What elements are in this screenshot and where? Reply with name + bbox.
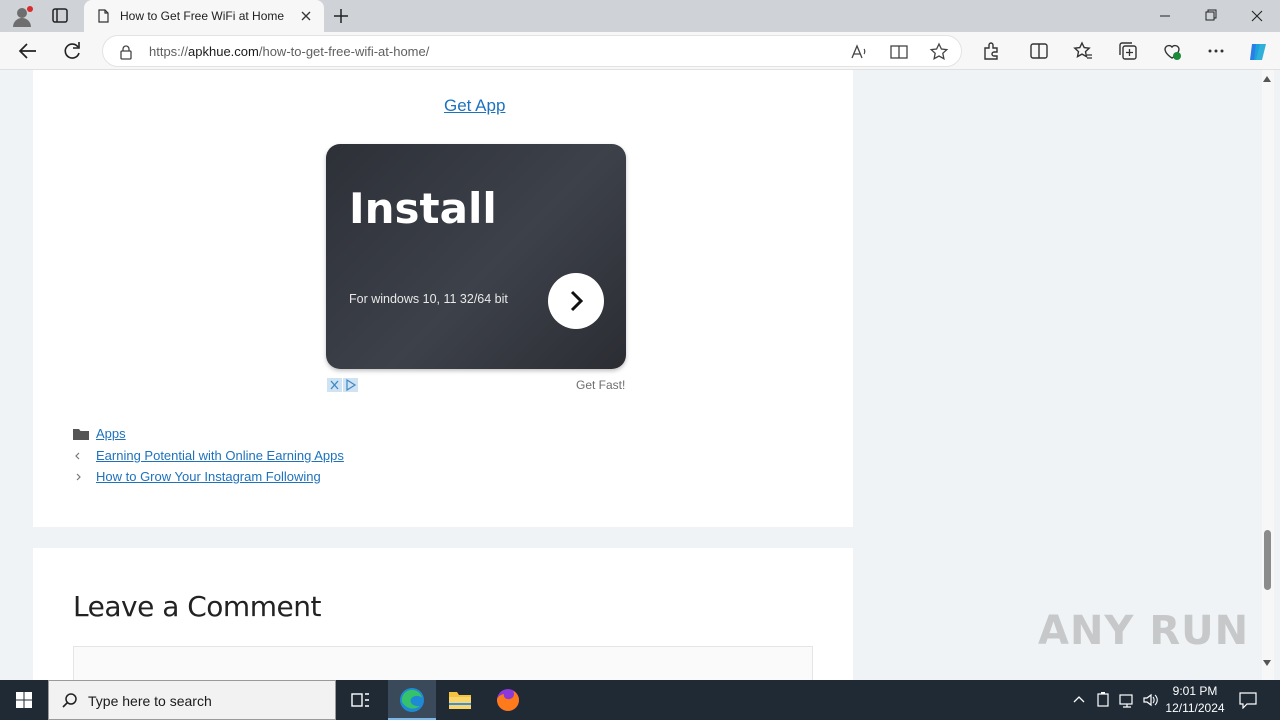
copilot-icon[interactable] <box>1246 40 1268 62</box>
url-host: apkhue.com <box>188 44 259 59</box>
url-text[interactable]: https://apkhue.com/how-to-get-free-wifi-… <box>149 44 429 59</box>
network-icon[interactable] <box>1118 691 1136 709</box>
lock-icon[interactable] <box>119 44 133 65</box>
show-hidden-icons-icon[interactable] <box>1070 691 1088 709</box>
scrollbar-thumb[interactable] <box>1264 530 1271 590</box>
tab-title: How to Get Free WiFi at Home <box>120 9 285 23</box>
address-bar-row: https://apkhue.com/how-to-get-free-wifi-… <box>0 32 1280 70</box>
folder-icon <box>73 428 89 443</box>
adchoices-icon[interactable] <box>327 378 359 392</box>
new-tab-icon[interactable] <box>330 6 352 26</box>
category-link[interactable]: Apps <box>96 426 126 441</box>
article-card: Get App Install For windows 10, 11 32/64… <box>33 70 853 527</box>
back-icon[interactable] <box>16 39 40 63</box>
immersive-reader-icon[interactable] <box>889 42 909 62</box>
refresh-icon[interactable] <box>60 39 84 63</box>
install-ad-banner[interactable]: Install For windows 10, 11 32/64 bit <box>326 144 626 369</box>
system-clock[interactable]: 9:01 PM 12/11/2024 <box>1160 683 1230 717</box>
start-button[interactable] <box>0 680 48 720</box>
prev-post-link[interactable]: Earning Potential with Online Earning Ap… <box>96 448 344 463</box>
ad-info-icon[interactable] <box>343 378 358 392</box>
file-explorer-icon[interactable] <box>436 680 484 720</box>
chevron-right-small-icon <box>73 471 83 486</box>
close-window-icon[interactable] <box>1242 4 1272 28</box>
comments-section: Leave a Comment <box>33 548 853 680</box>
extensions-icon[interactable] <box>980 40 1002 62</box>
ad-subtext: For windows 10, 11 32/64 bit <box>349 292 508 306</box>
firefox-icon[interactable] <box>484 680 532 720</box>
page-scrollbar[interactable] <box>1262 70 1274 680</box>
url-prefix: https:// <box>149 44 189 59</box>
address-bar[interactable]: https://apkhue.com/how-to-get-free-wifi-… <box>102 35 962 67</box>
battery-icon[interactable] <box>1094 691 1112 709</box>
scroll-down-icon[interactable] <box>1263 660 1271 666</box>
volume-icon[interactable] <box>1142 691 1160 709</box>
active-tab[interactable]: How to Get Free WiFi at Home <box>84 0 324 32</box>
chevron-right-icon <box>570 290 584 312</box>
tab-close-icon[interactable] <box>298 8 314 24</box>
search-placeholder: Type here to search <box>88 693 212 709</box>
windows-logo-icon <box>16 692 32 708</box>
web-page: Get App Install For windows 10, 11 32/64… <box>0 70 1280 680</box>
taskbar-search[interactable]: Type here to search <box>48 680 336 720</box>
get-app-link[interactable]: Get App <box>444 96 505 116</box>
favorites-icon[interactable] <box>1072 40 1094 62</box>
notification-dot <box>27 6 33 12</box>
tab-actions-icon[interactable] <box>48 6 72 26</box>
collections-icon[interactable] <box>1117 40 1139 62</box>
browser-essentials-icon[interactable] <box>1161 40 1183 62</box>
ad-close-icon[interactable] <box>327 378 342 392</box>
scroll-up-icon[interactable] <box>1263 76 1271 82</box>
ad-footer-text: Get Fast! <box>576 378 626 392</box>
taskbar: Type here to search 9:01 PM 12/11/2024 <box>0 680 1280 720</box>
favorite-star-icon[interactable] <box>929 42 949 62</box>
search-icon <box>62 693 77 708</box>
more-options-icon[interactable] <box>1205 40 1227 62</box>
ad-headline: Install <box>349 184 497 233</box>
watermark-logo: ANY RUN <box>1038 608 1250 654</box>
clock-date: 12/11/2024 <box>1165 701 1225 715</box>
minimize-icon[interactable] <box>1150 4 1180 28</box>
profile-avatar-icon[interactable] <box>8 4 36 28</box>
chevron-left-icon <box>73 450 83 465</box>
tab-bar: How to Get Free WiFi at Home <box>0 0 1280 32</box>
next-post-link[interactable]: How to Grow Your Instagram Following <box>96 469 321 484</box>
clock-time: 9:01 PM <box>1172 684 1218 698</box>
notifications-icon[interactable] <box>1238 691 1257 710</box>
comment-textarea[interactable] <box>73 646 813 680</box>
page-icon <box>96 9 110 28</box>
restore-icon[interactable] <box>1196 4 1226 28</box>
comments-heading: Leave a Comment <box>73 590 321 623</box>
task-view-icon[interactable] <box>336 680 384 720</box>
read-aloud-icon[interactable] <box>849 42 869 62</box>
split-screen-icon[interactable] <box>1028 40 1050 62</box>
url-path: /how-to-get-free-wifi-at-home/ <box>258 44 430 59</box>
edge-taskbar-icon[interactable] <box>388 680 436 720</box>
ad-arrow-button[interactable] <box>548 273 604 329</box>
